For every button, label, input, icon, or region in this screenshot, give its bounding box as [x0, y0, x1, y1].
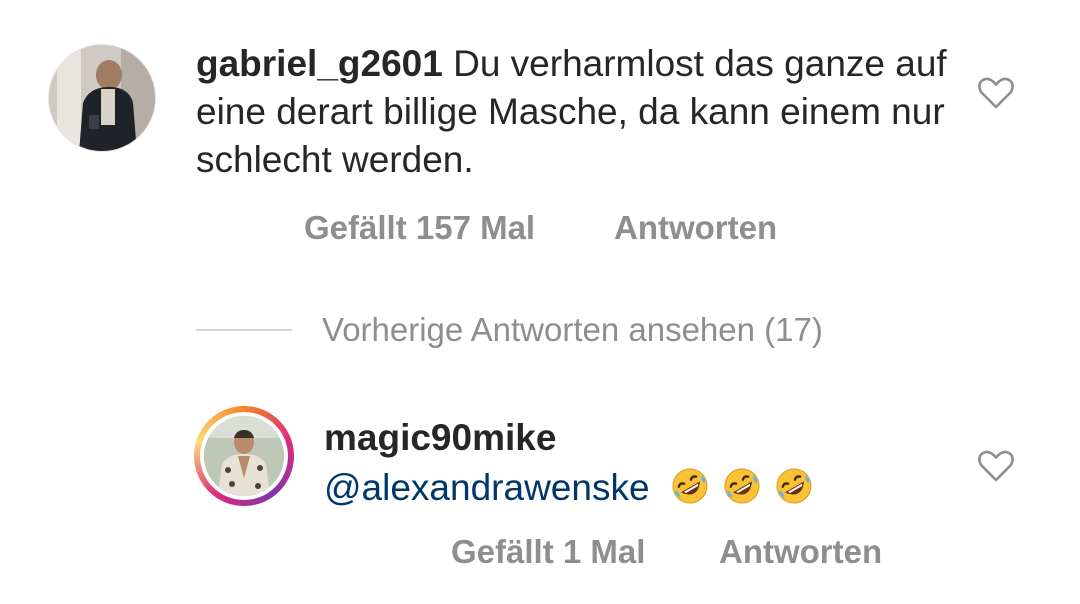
view-previous-replies[interactable]: Vorherige Antworten ansehen (17): [196, 308, 823, 352]
heart-outline-icon[interactable]: [977, 449, 1015, 483]
avatar-gabriel-g2601[interactable]: [48, 44, 156, 152]
profile-photo-icon: [49, 45, 155, 151]
heart-outline-icon[interactable]: [977, 76, 1015, 110]
comment-actions: Antworten: [719, 532, 882, 572]
avatar-magic90mike[interactable]: [204, 416, 284, 496]
likes-count[interactable]: Gefällt 157 Mal: [304, 209, 535, 246]
comment-actions: Antworten: [614, 208, 777, 248]
reply-button[interactable]: Antworten: [614, 209, 777, 246]
rolling-on-floor-laughing-emoji: [672, 468, 708, 504]
likes-count[interactable]: Gefällt 1 Mal: [451, 533, 645, 570]
profile-photo-icon: [204, 416, 284, 496]
view-replies-label[interactable]: Vorherige Antworten ansehen (17): [322, 311, 823, 349]
comment-meta: Gefällt 1 Mal: [451, 532, 645, 572]
comment-body: gabriel_g2601 Du verharmlost das ganze a…: [196, 40, 956, 184]
divider-line: [196, 329, 292, 331]
comment-body: @alexandrawenske: [324, 464, 814, 512]
story-ring[interactable]: [194, 406, 294, 506]
reply-button[interactable]: Antworten: [719, 533, 882, 570]
rolling-on-floor-laughing-emoji: [776, 468, 812, 504]
comments-thread: gabriel_g2601 Du verharmlost das ganze a…: [0, 0, 1080, 604]
mention-link[interactable]: @alexandrawenske: [324, 467, 650, 508]
comment-meta: Gefällt 157 Mal: [304, 208, 535, 248]
comment-username[interactable]: gabriel_g2601: [196, 43, 443, 84]
comment-username[interactable]: magic90mike: [324, 414, 556, 462]
rolling-on-floor-laughing-emoji: [724, 468, 760, 504]
